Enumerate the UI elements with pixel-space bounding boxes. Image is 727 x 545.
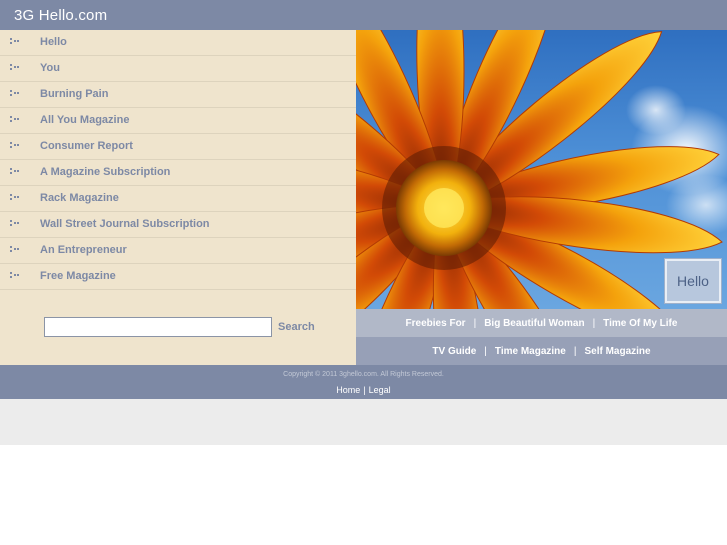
- sidebar-item-label: An Entrepreneur: [40, 244, 127, 256]
- sidebar-item-rack-magazine[interactable]: Rack Magazine: [0, 186, 356, 212]
- bullet-icon: [10, 194, 19, 203]
- sidebar-item-you[interactable]: You: [0, 56, 356, 82]
- sidebar-item-label: Wall Street Journal Subscription: [40, 218, 210, 230]
- footer-links: Home | Legal: [0, 385, 727, 395]
- sidebar-item-label: Consumer Report: [40, 140, 133, 152]
- link-separator: |: [484, 345, 487, 357]
- link-freebies-for[interactable]: Freebies For: [406, 318, 466, 329]
- bottom-band: [0, 399, 727, 445]
- bullet-icon: [10, 90, 19, 99]
- link-bar-secondary: TV Guide | Time Magazine | Self Magazine: [356, 337, 727, 365]
- sidebar-item-free-magazine[interactable]: Free Magazine: [0, 264, 356, 290]
- link-time-of-my-life[interactable]: Time Of My Life: [603, 318, 677, 329]
- footer-separator: |: [363, 385, 366, 395]
- link-time-magazine[interactable]: Time Magazine: [495, 346, 566, 357]
- bullet-icon: [10, 272, 19, 281]
- bullet-icon: [10, 246, 19, 255]
- bullet-icon: [10, 168, 19, 177]
- sidebar-item-label: Free Magazine: [40, 270, 116, 282]
- bullet-icon: [10, 116, 19, 125]
- flower-image: Hello: [356, 30, 727, 309]
- link-separator: |: [473, 317, 477, 329]
- sidebar-nav: Hello You Burning Pain All You Magazine …: [0, 30, 356, 290]
- sidebar-item-consumer-report[interactable]: Consumer Report: [0, 134, 356, 160]
- bullet-icon: [10, 220, 19, 229]
- sidebar-item-a-magazine-subscription[interactable]: A Magazine Subscription: [0, 160, 356, 186]
- site-header: 3G Hello.com: [0, 0, 727, 30]
- sidebar-item-label: Hello: [40, 36, 67, 48]
- link-tv-guide[interactable]: TV Guide: [432, 346, 476, 357]
- link-self-magazine[interactable]: Self Magazine: [584, 346, 650, 357]
- bullet-icon: [10, 38, 19, 47]
- site-title[interactable]: 3G Hello.com: [14, 7, 107, 24]
- site-footer: Copyright © 2011 3ghello.com. All Rights…: [0, 365, 727, 399]
- sidebar-item-wall-street-journal-subscription[interactable]: Wall Street Journal Subscription: [0, 212, 356, 238]
- bullet-icon: [10, 64, 19, 73]
- search-button[interactable]: Search: [278, 321, 315, 333]
- sidebar-item-an-entrepreneur[interactable]: An Entrepreneur: [0, 238, 356, 264]
- bullet-icon: [10, 142, 19, 151]
- sidebar-item-label: A Magazine Subscription: [40, 166, 171, 178]
- search-input[interactable]: [44, 317, 272, 337]
- link-separator: |: [592, 317, 596, 329]
- hello-badge[interactable]: Hello: [665, 259, 721, 303]
- link-bar-primary: Freebies For | Big Beautiful Woman | Tim…: [356, 309, 727, 337]
- copyright-text: Copyright © 2011 3ghello.com. All Rights…: [283, 371, 444, 378]
- sidebar-item-hello[interactable]: Hello: [0, 30, 356, 56]
- sidebar-item-burning-pain[interactable]: Burning Pain: [0, 82, 356, 108]
- sidebar-item-label: You: [40, 62, 60, 74]
- page: 3G Hello.com Hello You Burning Pain All …: [0, 0, 727, 545]
- footer-home-link[interactable]: Home: [336, 385, 360, 395]
- link-separator: |: [573, 345, 577, 357]
- sidebar-item-all-you-magazine[interactable]: All You Magazine: [0, 108, 356, 134]
- sidebar-item-label: Burning Pain: [40, 88, 109, 100]
- sidebar-item-label: Rack Magazine: [40, 192, 119, 204]
- link-big-beautiful-woman[interactable]: Big Beautiful Woman: [484, 318, 584, 329]
- sidebar: Hello You Burning Pain All You Magazine …: [0, 30, 356, 365]
- footer-legal-link[interactable]: Legal: [369, 385, 391, 395]
- sidebar-item-label: All You Magazine: [40, 114, 130, 126]
